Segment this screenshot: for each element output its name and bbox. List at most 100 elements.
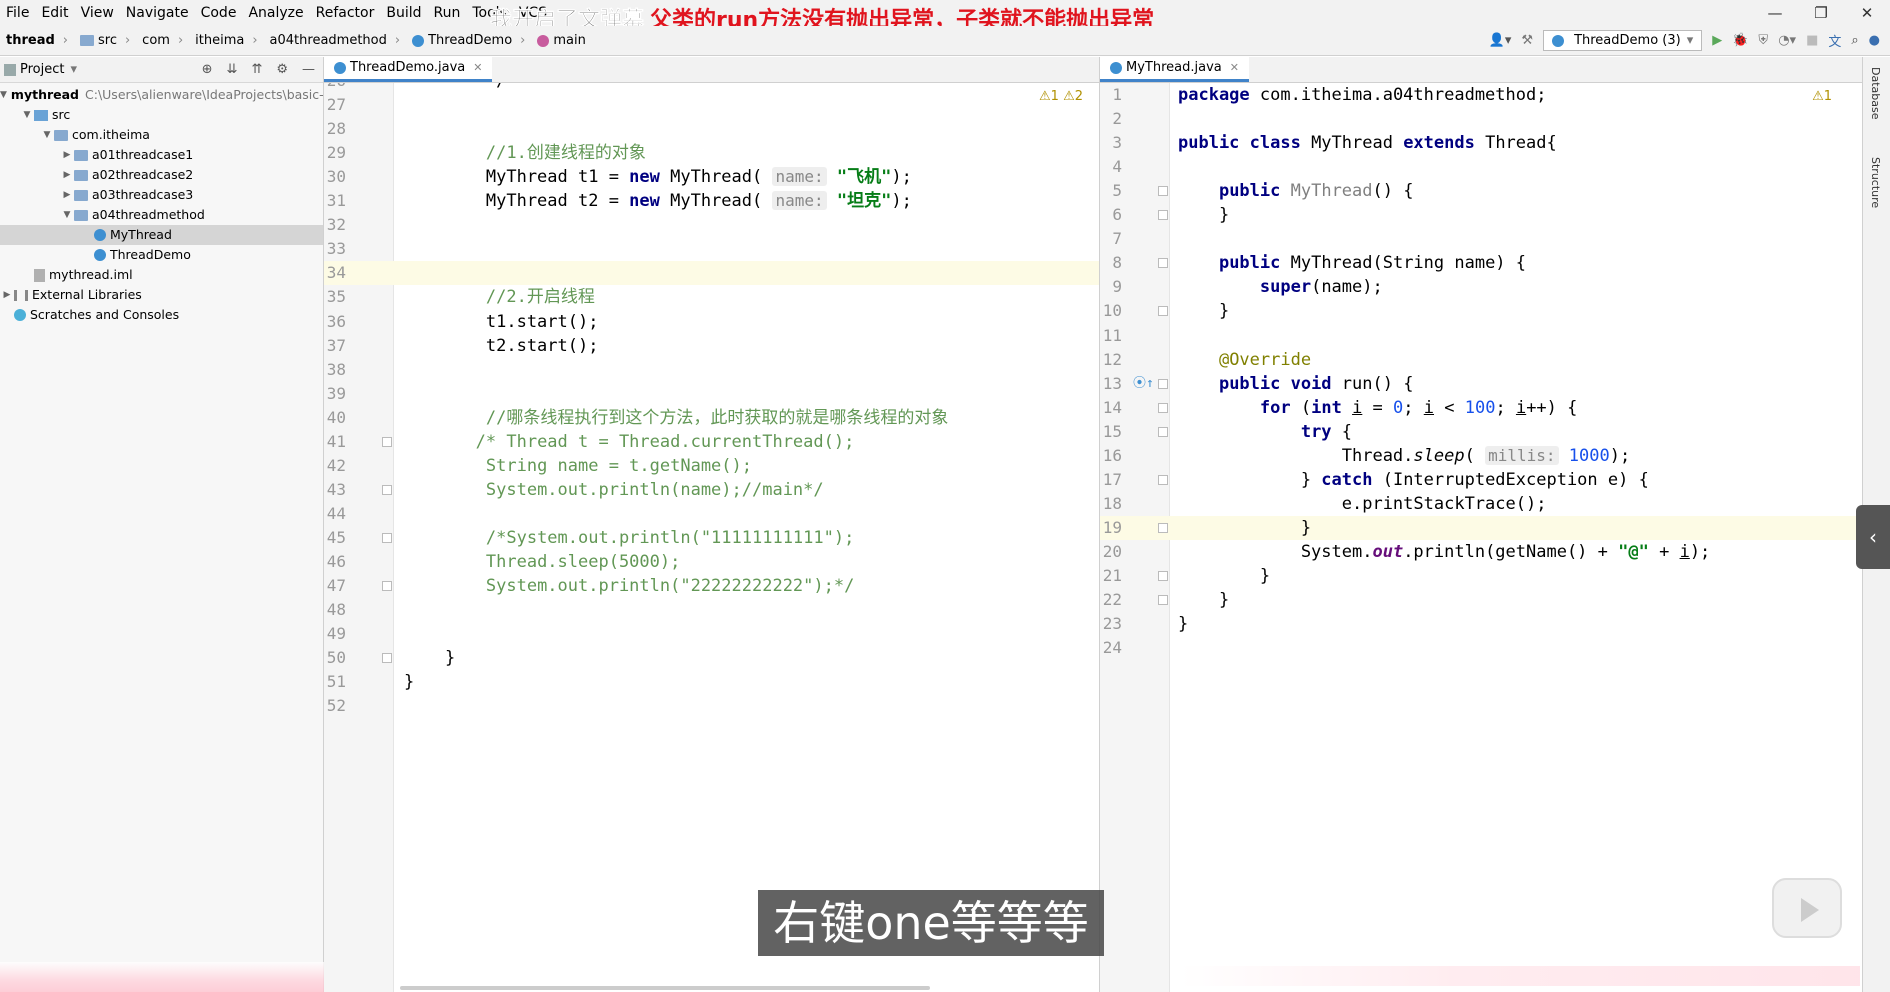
code-line[interactable]: 31 MyThread t2 = new MyThread( name: "坦克… <box>324 189 1099 213</box>
code-line[interactable]: 21 } <box>1100 564 1862 588</box>
project-view-select[interactable]: Project <box>20 62 64 77</box>
fold-marker-icon[interactable] <box>1158 306 1168 317</box>
code-editor-right[interactable]: ⚠1 1 package com.itheima.a04threadmethod;… <box>1100 83 1862 992</box>
code-line[interactable]: 36 t1.start(); <box>324 310 1099 334</box>
code-line[interactable]: 32 <box>324 213 1099 237</box>
fold-marker-icon[interactable] <box>1158 258 1168 269</box>
run-configuration-select[interactable]: ThreadDemo (3) ▾ <box>1543 30 1703 51</box>
maximize-button[interactable]: ❐ <box>1798 0 1844 26</box>
profile-icon[interactable]: ◔▾ <box>1778 33 1796 48</box>
code-line[interactable]: 51} <box>324 670 1099 694</box>
tab-threaddemo[interactable]: ThreadDemo.java ✕ <box>324 56 493 82</box>
tree-item[interactable]: ▶ a03threadcase3 <box>0 185 323 205</box>
tree-item[interactable]: ▼ src <box>0 105 323 125</box>
menu-code[interactable]: Code <box>195 5 243 21</box>
code-line[interactable]: 16 Thread.sleep( millis: 1000); <box>1100 444 1862 468</box>
code-line[interactable]: 49 <box>324 622 1099 646</box>
code-line[interactable]: 7 <box>1100 227 1862 251</box>
code-line[interactable]: 22 } <box>1100 588 1862 612</box>
tree-item[interactable]: ▶ a02threadcase2 <box>0 165 323 185</box>
tree-item[interactable]: ▶ a01threadcase1 <box>0 145 323 165</box>
hide-panel-icon[interactable]: — <box>302 62 315 77</box>
structure-tool-tab[interactable]: Structure <box>1869 157 1882 208</box>
tree-item[interactable]: ▼ mythread C:\Users\alienware\IdeaProjects… <box>0 85 324 105</box>
breadcrumb-src[interactable]: src › <box>74 33 136 48</box>
coverage-icon[interactable]: ⛨ <box>1758 33 1768 48</box>
code-line[interactable]: 40 //哪条线程执行到这个方法，此时获取的就是哪条线程的对象 <box>324 406 1099 430</box>
translate-icon[interactable]: 文 <box>1828 31 1841 50</box>
fold-marker-icon[interactable] <box>1158 474 1168 485</box>
code-line[interactable]: 35 //2.开启线程 <box>324 285 1099 309</box>
fold-marker-icon[interactable] <box>1158 210 1168 221</box>
close-window-button[interactable]: ✕ <box>1844 0 1890 26</box>
code-line[interactable]: 47 System.out.println("22222222222");*/ <box>324 574 1099 598</box>
code-line[interactable]: 24 <box>1100 636 1862 660</box>
menu-run[interactable]: Run <box>428 5 467 21</box>
code-line[interactable]: 41 /* Thread t = Thread.currentThread(); <box>324 430 1099 454</box>
expand-all-icon[interactable]: ⇊ <box>227 62 238 77</box>
fold-marker-icon[interactable] <box>1158 571 1168 581</box>
collapse-side-button[interactable]: ‹ <box>1856 505 1890 569</box>
close-tab-icon[interactable]: ✕ <box>1230 61 1239 74</box>
code-line[interactable]: 48 <box>324 598 1099 622</box>
code-line[interactable]: 14 for (int i = 0; i < 100; i++) { <box>1100 396 1862 420</box>
code-line[interactable]: 8 public MyThread(String name) { <box>1100 251 1862 275</box>
tree-item[interactable]: MyThread <box>0 225 323 245</box>
code-line[interactable]: 45 /*System.out.println("11111111111"); <box>324 526 1099 550</box>
code-line[interactable]: 23} <box>1100 612 1862 636</box>
breadcrumb-itheima[interactable]: itheima › <box>189 33 263 48</box>
chevron-down-icon[interactable]: ▼ <box>20 105 34 125</box>
menu-refactor[interactable]: Refactor <box>310 5 381 21</box>
fold-marker-icon[interactable] <box>1158 186 1168 197</box>
database-tool-tab[interactable]: Database <box>1869 67 1882 120</box>
code-line[interactable]: 17 } catch (InterruptedException e) { <box>1100 468 1862 492</box>
tree-item[interactable]: Scratches and Consoles <box>0 305 323 325</box>
close-tab-icon[interactable]: ✕ <box>473 61 482 74</box>
plugin-icon[interactable]: ● <box>1869 33 1880 48</box>
user-icon[interactable]: 👤▾ <box>1489 33 1512 48</box>
code-line[interactable]: 5 public MyThread() { <box>1100 179 1862 203</box>
fold-marker-icon[interactable] <box>382 532 392 543</box>
code-line[interactable]: 28 <box>324 117 1099 141</box>
fold-marker-icon[interactable] <box>1158 426 1168 437</box>
code-line[interactable]: 26 */ <box>324 83 1099 93</box>
tree-item[interactable]: ThreadDemo <box>0 245 323 265</box>
breadcrumb-method[interactable]: main <box>531 33 591 48</box>
code-line[interactable]: 30 MyThread t1 = new MyThread( name: "飞机… <box>324 165 1099 189</box>
code-line[interactable]: 9 super(name); <box>1100 275 1862 299</box>
code-line[interactable]: 42 String name = t.getName(); <box>324 454 1099 478</box>
code-line[interactable]: 12 @Override <box>1100 348 1862 372</box>
chevron-down-icon[interactable]: ▾ <box>70 62 77 77</box>
fold-marker-icon[interactable] <box>1158 402 1168 413</box>
code-line[interactable]: 6 } <box>1100 203 1862 227</box>
tree-item[interactable]: mythread.iml <box>0 265 323 285</box>
code-line[interactable]: 46 Thread.sleep(5000); <box>324 550 1099 574</box>
debug-icon[interactable]: 🐞 <box>1732 33 1748 48</box>
menu-analyze[interactable]: Analyze <box>242 5 309 21</box>
minimize-button[interactable]: — <box>1752 0 1798 26</box>
fold-marker-icon[interactable] <box>1158 595 1168 606</box>
stop-icon[interactable]: ■ <box>1806 33 1818 48</box>
code-editor-left[interactable]: ⚠1 ⚠2 26 */272829 //1.创建线程的对象30 MyThread… <box>324 83 1099 992</box>
code-line[interactable]: 27 <box>324 93 1099 117</box>
code-line[interactable]: 39 <box>324 382 1099 406</box>
code-line[interactable]: 52 <box>324 694 1099 718</box>
code-line[interactable]: 38 <box>324 358 1099 382</box>
code-line[interactable]: 50 } <box>324 646 1099 670</box>
chevron-down-icon[interactable]: ▼ <box>0 85 7 105</box>
code-line[interactable]: 29 //1.创建线程的对象 <box>324 141 1099 165</box>
tree-item[interactable]: ▼ com.itheima <box>0 125 323 145</box>
code-line[interactable]: 19 } <box>1100 515 1862 540</box>
breadcrumb-project[interactable]: thread › <box>0 33 74 48</box>
menu-build[interactable]: Build <box>380 5 427 21</box>
code-line[interactable]: 43 System.out.println(name);//main*/ <box>324 478 1099 502</box>
code-line[interactable]: 2 <box>1100 107 1862 131</box>
tree-item[interactable]: ▼ a04threadmethod <box>0 205 323 225</box>
code-line[interactable]: 13 public void run() {⦿↑ <box>1100 372 1862 396</box>
code-line[interactable]: 1 package com.itheima.a04threadmethod; <box>1100 83 1862 107</box>
chevron-right-icon[interactable]: ▶ <box>0 285 14 305</box>
breadcrumb-com[interactable]: com › <box>136 33 189 48</box>
code-line[interactable]: 11 <box>1100 324 1862 348</box>
breadcrumb-package[interactable]: a04threadmethod › <box>264 33 407 48</box>
code-line[interactable]: 4 <box>1100 155 1862 179</box>
